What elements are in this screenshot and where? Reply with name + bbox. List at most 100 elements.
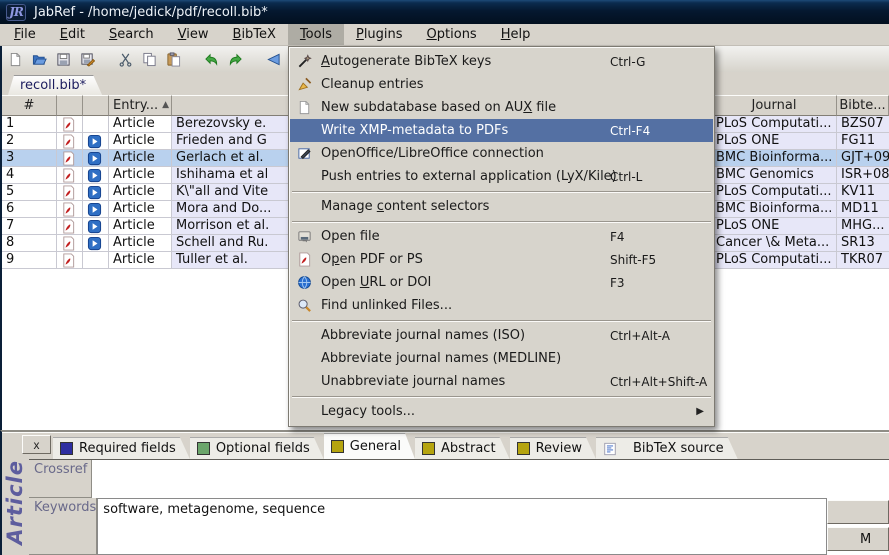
crossref-input[interactable] (92, 460, 889, 498)
toolbar-undo-button[interactable] (204, 48, 226, 70)
tab-label: Optional fields (216, 438, 310, 460)
cell-pdf[interactable] (57, 201, 83, 218)
cell-link[interactable] (83, 184, 109, 201)
toolbar-copy-button[interactable] (142, 48, 164, 70)
tab-label: BibTeX source (633, 438, 724, 460)
toolbar-group (118, 48, 188, 70)
column-header-pdf[interactable] (57, 95, 83, 116)
menu-item-manage-content-selectors[interactable]: Manage content selectors (290, 195, 713, 218)
entry-editor-tab-general[interactable]: General (324, 433, 415, 459)
entry-editor-tab-required-fields[interactable]: Required fields (53, 437, 190, 459)
cell-link[interactable] (83, 201, 109, 218)
cell-journal: BMC Genomics (712, 167, 837, 184)
menu-item-write-xmp-metadata[interactable]: Write XMP-metadata to PDFsCtrl-F4 (290, 119, 713, 142)
cell-pdf[interactable] (57, 252, 83, 269)
pdf-icon (61, 116, 78, 133)
column-header-number[interactable]: # (2, 95, 57, 116)
menubar-item-plugins[interactable]: Plugins (344, 24, 415, 45)
entry-editor-tabs: Required fields Optional fields GeneralAbs… (29, 432, 889, 459)
cell-journal: BMC Bioinforma... (712, 150, 837, 167)
toolbar-cut-button[interactable] (118, 48, 140, 70)
cell-link[interactable] (83, 167, 109, 184)
menubar-item-options[interactable]: Options (415, 24, 489, 45)
cell-pdf[interactable] (57, 116, 83, 133)
toolbar-save-all-button[interactable] (80, 48, 102, 70)
cell-bibtexkey: GJT+09 (837, 150, 889, 167)
cell-bibtexkey: TKR07 (837, 252, 889, 269)
column-header-link[interactable] (83, 95, 109, 116)
menu-item-label: Abbreviate journal names (ISO) (321, 328, 525, 343)
entry-editor-tab-review[interactable]: Review (510, 437, 596, 459)
keywords-side-button[interactable]: M (827, 527, 889, 551)
cell-pdf[interactable] (57, 133, 83, 150)
menu-item-new-subdatabase-aux[interactable]: New subdatabase based on AUX file (290, 96, 713, 119)
menu-item-abbreviate-journal-medline[interactable]: Abbreviate journal names (MEDLINE) (290, 347, 713, 370)
menu-item-cleanup-entries[interactable]: Cleanup entries (290, 73, 713, 96)
keywords-side-buttons: M (827, 498, 889, 555)
toolbar-save-database-button[interactable] (56, 48, 78, 70)
menu-item-push-entries-external[interactable]: Push entries to external application (Ly… (290, 165, 713, 188)
menubar-item-edit[interactable]: Edit (48, 24, 97, 45)
menubar-item-file[interactable]: File (2, 24, 48, 45)
menu-item-shortcut: Ctrl+Alt-A (610, 329, 670, 343)
column-header-entrytype[interactable]: Entry...▲ (109, 95, 172, 116)
cell-bibtexkey: KV11 (837, 184, 889, 201)
toolbar-paste-button[interactable] (166, 48, 188, 70)
database-tab[interactable]: recoll.bib* (8, 75, 102, 95)
menu-item-shortcut: F4 (610, 230, 625, 244)
menubar-item-view[interactable]: View (166, 24, 221, 45)
entry-editor-close-button[interactable]: x (22, 435, 51, 454)
cell-pdf[interactable] (57, 235, 83, 252)
menubar-item-tools[interactable]: Tools (288, 24, 344, 45)
cell-link[interactable] (83, 235, 109, 252)
menu-item-open-url-doi[interactable]: Open URL or DOIF3 (290, 271, 713, 294)
menu-item-label: Find unlinked Files... (321, 298, 452, 313)
cell-pdf[interactable] (57, 184, 83, 201)
cell-journal: BMC Bioinforma... (712, 201, 837, 218)
menu-item-legacy-tools[interactable]: Legacy tools...▶ (290, 400, 713, 423)
keywords-side-button[interactable] (827, 500, 889, 524)
menu-item-openoffice-connection[interactable]: OpenOffice/LibreOffice connection (290, 142, 713, 165)
copy-icon (142, 51, 164, 68)
menubar-item-search[interactable]: Search (97, 24, 166, 45)
entry-editor-tab-abstract[interactable]: Abstract (415, 437, 510, 459)
toolbar-mark-entries-button[interactable] (266, 48, 288, 70)
menu-item-find-unlinked-files[interactable]: Find unlinked Files... (290, 294, 713, 317)
cell-pdf[interactable] (57, 218, 83, 235)
link-icon (87, 150, 104, 167)
cell-number: 1 (2, 116, 57, 133)
menu-item-abbreviate-journal-iso[interactable]: Abbreviate journal names (ISO) Ctrl+Alt-A (290, 324, 713, 347)
pdf-icon (61, 150, 78, 167)
pdf-icon (61, 201, 78, 218)
cell-pdf[interactable] (57, 150, 83, 167)
cell-entrytype: Article (109, 201, 172, 218)
submenu-arrow-icon: ▶ (696, 406, 704, 417)
entry-editor-tab-bibtex-source[interactable]: BibTeX source (596, 437, 738, 459)
cell-number: 6 (2, 201, 57, 218)
menu-separator (292, 393, 711, 400)
menubar-item-help[interactable]: Help (489, 24, 543, 45)
column-header-bibtexkey[interactable]: Bibte... (837, 95, 889, 116)
cell-pdf[interactable] (57, 167, 83, 184)
cell-link[interactable] (83, 218, 109, 235)
cell-journal: PLoS Computati... (712, 116, 837, 133)
menu-item-open-file[interactable]: Open fileF4 (290, 225, 713, 248)
cell-link[interactable] (83, 252, 109, 269)
menu-item-label: Open URL or DOI (321, 275, 431, 290)
column-header-journal[interactable]: Journal (712, 95, 837, 116)
entry-editor-tab-optional-fields[interactable]: Optional fields (190, 437, 324, 459)
keywords-input[interactable]: software, metagenome, sequence (97, 498, 827, 555)
toolbar-open-database-button[interactable] (32, 48, 54, 70)
menubar-item-bibtex[interactable]: BibTeX (221, 24, 288, 45)
globe-icon (297, 274, 321, 291)
menu-item-open-pdf-ps[interactable]: Open PDF or PSShift-F5 (290, 248, 713, 271)
tab-label: Review (536, 438, 582, 460)
cell-link[interactable] (83, 150, 109, 167)
toolbar-new-database-button[interactable] (8, 48, 30, 70)
menu-item-autogenerate-bibtex-keys[interactable]: Autogenerate BibTeX keysCtrl-G (290, 50, 713, 73)
cell-number: 9 (2, 252, 57, 269)
cell-link[interactable] (83, 133, 109, 150)
menu-item-unabbreviate-journal[interactable]: Unabbreviate journal namesCtrl+Alt+Shift… (290, 370, 713, 393)
toolbar-redo-button[interactable] (228, 48, 250, 70)
cell-link[interactable] (83, 116, 109, 133)
